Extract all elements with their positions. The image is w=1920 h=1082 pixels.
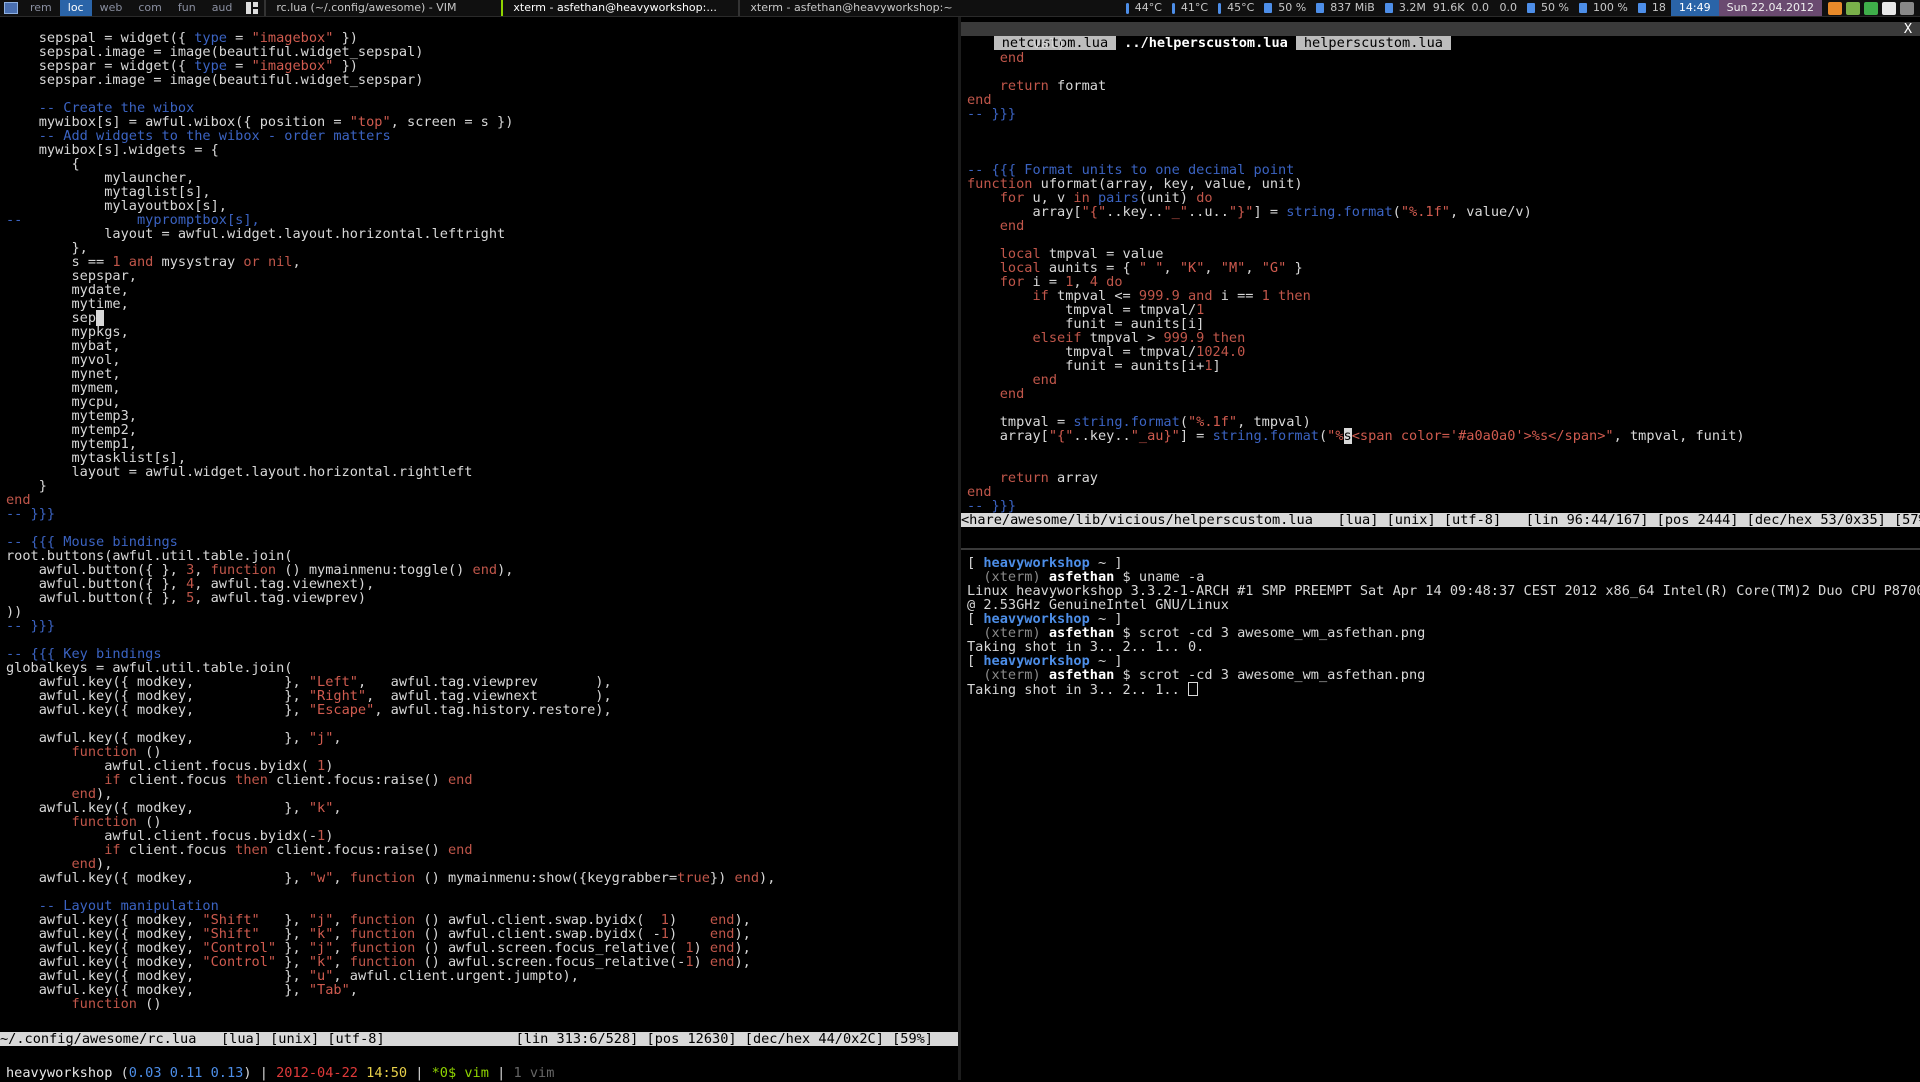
task-xterm-focused[interactable]: xterm - asfethan@heavyworkshop:...: [501, 0, 738, 16]
left-vim-window[interactable]: sepspal = widget({ type = "imagebox" }) …: [0, 17, 958, 1080]
temp-widget-1: 44°C: [1121, 0, 1167, 16]
tag-loc[interactable]: loc: [59, 0, 92, 16]
command-line: (xterm) asfethan $ scrot -cd 3 awesome_w…: [983, 667, 1426, 683]
command-line: (xterm) asfethan $ uname -a: [983, 569, 1205, 585]
vim-tab-close-button[interactable]: X: [1904, 22, 1912, 36]
prompt-line: [ heavyworkshop ~ ]: [967, 653, 1123, 669]
tag-com[interactable]: com: [130, 0, 170, 16]
cpu-widget: 50 %: [1259, 0, 1311, 16]
packages-icon: [1637, 3, 1646, 13]
right-vim-window[interactable]: netcustom.lua ../helperscustom.lua helpers…: [961, 17, 1920, 547]
output-line-current: Taking shot in 3.. 2.. 1..: [967, 682, 1920, 697]
tray-update-icon[interactable]: [1864, 1, 1878, 15]
thermometer-icon: [1171, 2, 1175, 14]
thermometer-icon: [1125, 2, 1129, 14]
tray-network-icon[interactable]: [1846, 1, 1860, 15]
memory-widget: 837 MiB: [1311, 0, 1380, 16]
tag-fun[interactable]: fun: [170, 0, 204, 16]
task-xterm[interactable]: xterm - asfethan@heavyworkshop:~: [738, 0, 975, 16]
thermometer-icon: [1218, 2, 1222, 14]
screen-window-active[interactable]: *0$ vim: [432, 1065, 489, 1081]
cpu-icon: [1264, 3, 1273, 13]
status-time: 14:50: [366, 1065, 408, 1081]
status-date: 2012-04-22: [276, 1065, 358, 1081]
temp-widget-3: 45°C: [1213, 0, 1259, 16]
awesome-launcher-icon[interactable]: [4, 2, 18, 14]
shell-hostname: heavyworkshop: [6, 1065, 113, 1081]
battery-widget: 100 %: [1574, 0, 1633, 16]
tag-rem[interactable]: rem: [22, 0, 60, 16]
left-vim-statusline: ~/.config/awesome/rc.lua [lua] [unix] [u…: [0, 1032, 958, 1046]
output-line: Taking shot in 3.. 2.. 1.. 0.: [967, 639, 1205, 655]
screen-hardstatus: heavyworkshop (0.03 0.11 0.13) | 2012-04…: [6, 1065, 555, 1081]
prompt-line: [ heavyworkshop ~ ]: [967, 555, 1123, 571]
rc-lua-code[interactable]: sepspal = widget({ type = "imagebox" }) …: [6, 17, 775, 1011]
helperscustom-lua-code[interactable]: val) end return format end -- }}} -- {{{ F…: [967, 37, 1745, 513]
output-line: @ 2.53GHz GenuineIntel GNU/Linux: [967, 597, 1229, 613]
load-average: 0.03 0.11 0.13: [128, 1065, 244, 1081]
network-icon: [1384, 3, 1393, 13]
command-line: (xterm) asfethan $ scrot -cd 3 awesome_w…: [983, 625, 1426, 641]
battery-icon: [1578, 3, 1587, 13]
screen-window-other[interactable]: 1 vim: [513, 1065, 554, 1081]
tag-aud[interactable]: aud: [204, 0, 241, 16]
tag-web[interactable]: web: [92, 0, 131, 16]
task-vim[interactable]: rc.lua (~/.config/awesome) - VIM: [264, 0, 501, 16]
systray: [1822, 1, 1920, 15]
output-line: Linux heavyworkshop 3.3.2-1-ARCH #1 SMP …: [967, 583, 1920, 599]
layout-tile-icon[interactable]: [246, 2, 259, 14]
tray-mail-icon[interactable]: [1882, 1, 1896, 15]
clock-date[interactable]: Sun 22.04.2012: [1718, 0, 1822, 16]
vim-tabline: netcustom.lua ../helperscustom.lua helpers…: [961, 22, 1920, 50]
tray-app-icon[interactable]: [1828, 1, 1842, 15]
clock-time: 14:49: [1670, 0, 1719, 16]
terminal-cursor: [1187, 682, 1198, 696]
terminal-output[interactable]: [ heavyworkshop ~ ] (xterm) asfethan $ u…: [967, 556, 1920, 697]
network-widget: 3.2M 91.6K 0.0 0.0: [1380, 0, 1522, 16]
volume-icon: [1526, 3, 1535, 13]
top-wibox: rem loc web com fun aud rc.lua (~/.confi…: [0, 0, 1920, 17]
tray-misc-icon[interactable]: [1900, 1, 1914, 15]
xterm-window[interactable]: [ heavyworkshop ~ ] (xterm) asfethan $ u…: [961, 548, 1920, 1082]
temp-widget-2: 41°C: [1167, 0, 1213, 16]
packages-widget: 18: [1633, 0, 1671, 16]
prompt-line: [ heavyworkshop ~ ]: [967, 611, 1123, 627]
memory-icon: [1316, 3, 1325, 13]
right-vim-statusline: <hare/awesome/lib/vicious/helperscustom.…: [961, 513, 1920, 527]
volume-widget[interactable]: 50 %: [1522, 0, 1574, 16]
